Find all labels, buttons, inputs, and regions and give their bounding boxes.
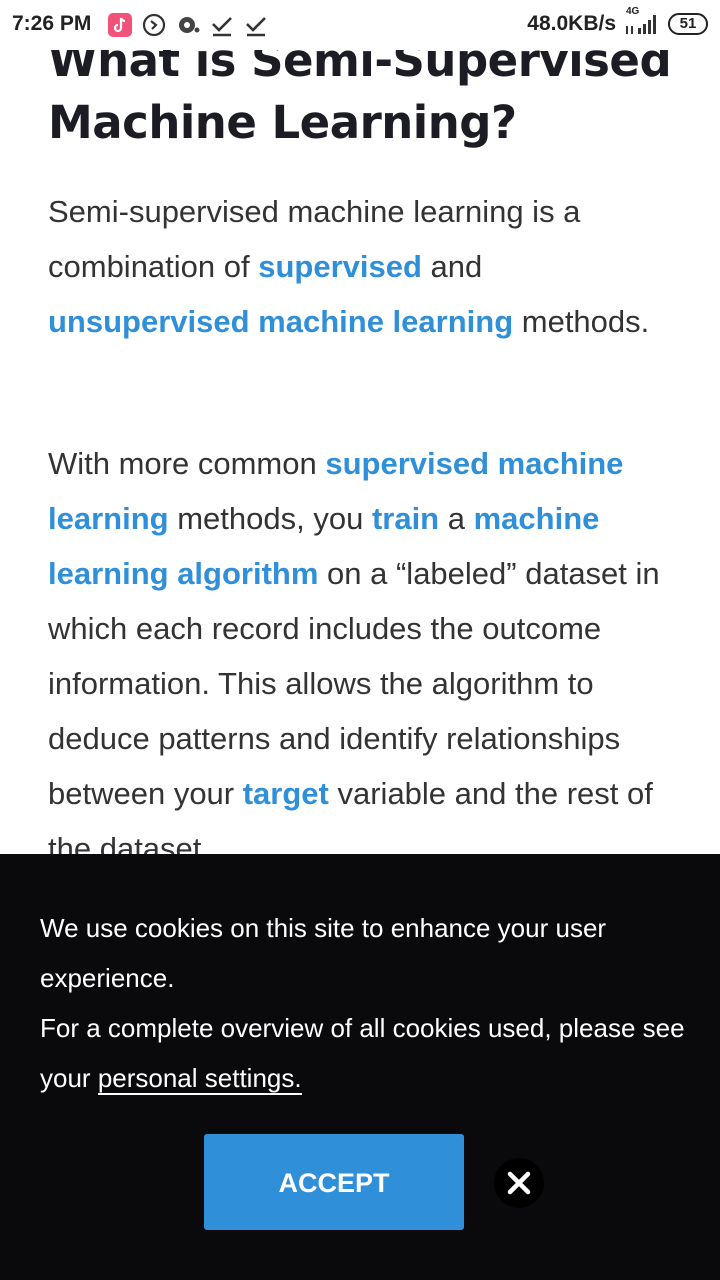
link-supervised[interactable]: supervised	[258, 249, 422, 284]
download-done-icon	[212, 17, 232, 37]
cookie-message: We use cookies on this site to enhance y…	[40, 903, 690, 1103]
notification-icons	[108, 11, 268, 39]
signal-icon: 4G	[624, 6, 660, 36]
sync-icon	[179, 17, 200, 33]
cookie-line-1: We use cookies on this site to enhance y…	[40, 913, 607, 993]
network-speed: 48.0KB/s	[527, 12, 616, 35]
shazam-icon	[142, 13, 166, 37]
status-right: 48.0KB/s 4G 51	[527, 6, 708, 36]
personal-settings-link[interactable]: personal settings.	[97, 1063, 302, 1095]
paragraph-supervised: With more common supervised machine lear…	[48, 436, 678, 876]
close-button[interactable]	[494, 1158, 544, 1208]
accept-button[interactable]: ACCEPT	[204, 1134, 464, 1230]
link-train[interactable]: train	[372, 501, 439, 536]
link-target[interactable]: target	[243, 776, 329, 811]
download-done-icon-2	[246, 17, 266, 37]
battery-icon: 51	[668, 13, 708, 35]
text: and	[421, 249, 483, 284]
text: With more common	[48, 446, 326, 481]
text: on a “labeled” dataset in which each rec…	[48, 556, 660, 811]
tiktok-icon	[108, 13, 132, 37]
text: methods.	[513, 304, 650, 339]
network-type: 4G	[626, 6, 640, 17]
text: methods, you	[168, 501, 372, 536]
text: a	[439, 501, 474, 536]
status-bar: 7:26 PM 48.0KB/s 4G 51	[0, 0, 720, 50]
link-unsupervised-ml[interactable]: unsupervised machine learning	[48, 304, 513, 339]
paragraph-intro: Semi-supervised machine learning is a co…	[48, 184, 678, 349]
status-time: 7:26 PM	[12, 12, 92, 35]
close-icon	[507, 1171, 531, 1195]
